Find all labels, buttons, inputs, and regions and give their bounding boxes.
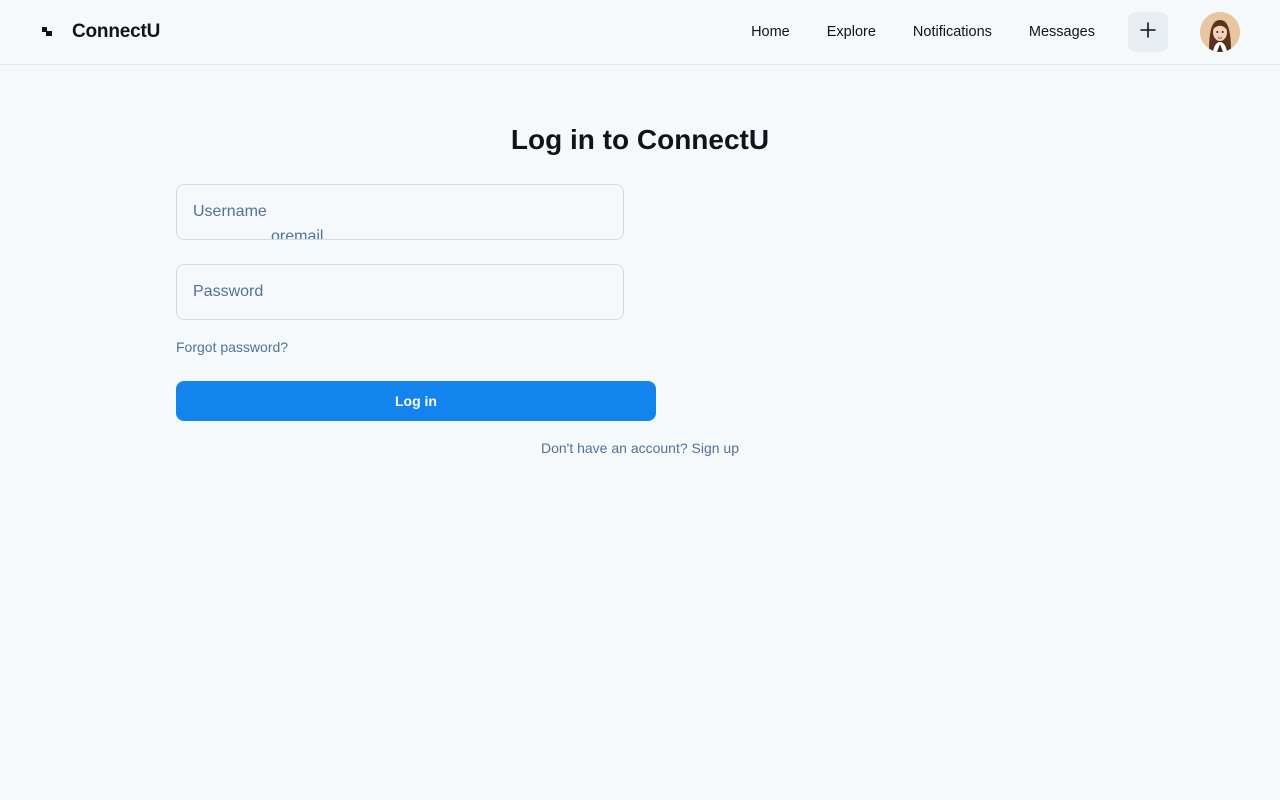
forgot-password-link[interactable]: Forgot password?: [176, 339, 288, 355]
brand-logo-icon: [40, 24, 56, 40]
username-input[interactable]: [177, 185, 623, 239]
plus-icon: [1139, 21, 1157, 44]
nav-item-home[interactable]: Home: [751, 24, 790, 40]
user-avatar[interactable]: [1200, 12, 1240, 52]
nav-item-notifications[interactable]: Notifications: [913, 24, 992, 40]
login-button[interactable]: Log in: [176, 381, 656, 421]
main-nav: Home Explore Notifications Messages: [751, 0, 1240, 64]
create-post-button[interactable]: [1128, 12, 1168, 52]
page-title: Log in to ConnectU: [510, 124, 770, 155]
signup-link[interactable]: Don't have an account? Sign up: [0, 440, 1280, 456]
password-field-container: [176, 264, 624, 320]
nav-item-explore[interactable]: Explore: [827, 24, 876, 40]
brand[interactable]: ConnectU: [40, 0, 160, 64]
username-field-container: oremail: [176, 184, 624, 240]
nav-item-messages[interactable]: Messages: [1029, 24, 1095, 40]
brand-name: ConnectU: [72, 21, 161, 42]
top-navigation-bar: ConnectU Home Explore Notifications Mess…: [0, 0, 1280, 65]
password-input[interactable]: [177, 265, 623, 319]
